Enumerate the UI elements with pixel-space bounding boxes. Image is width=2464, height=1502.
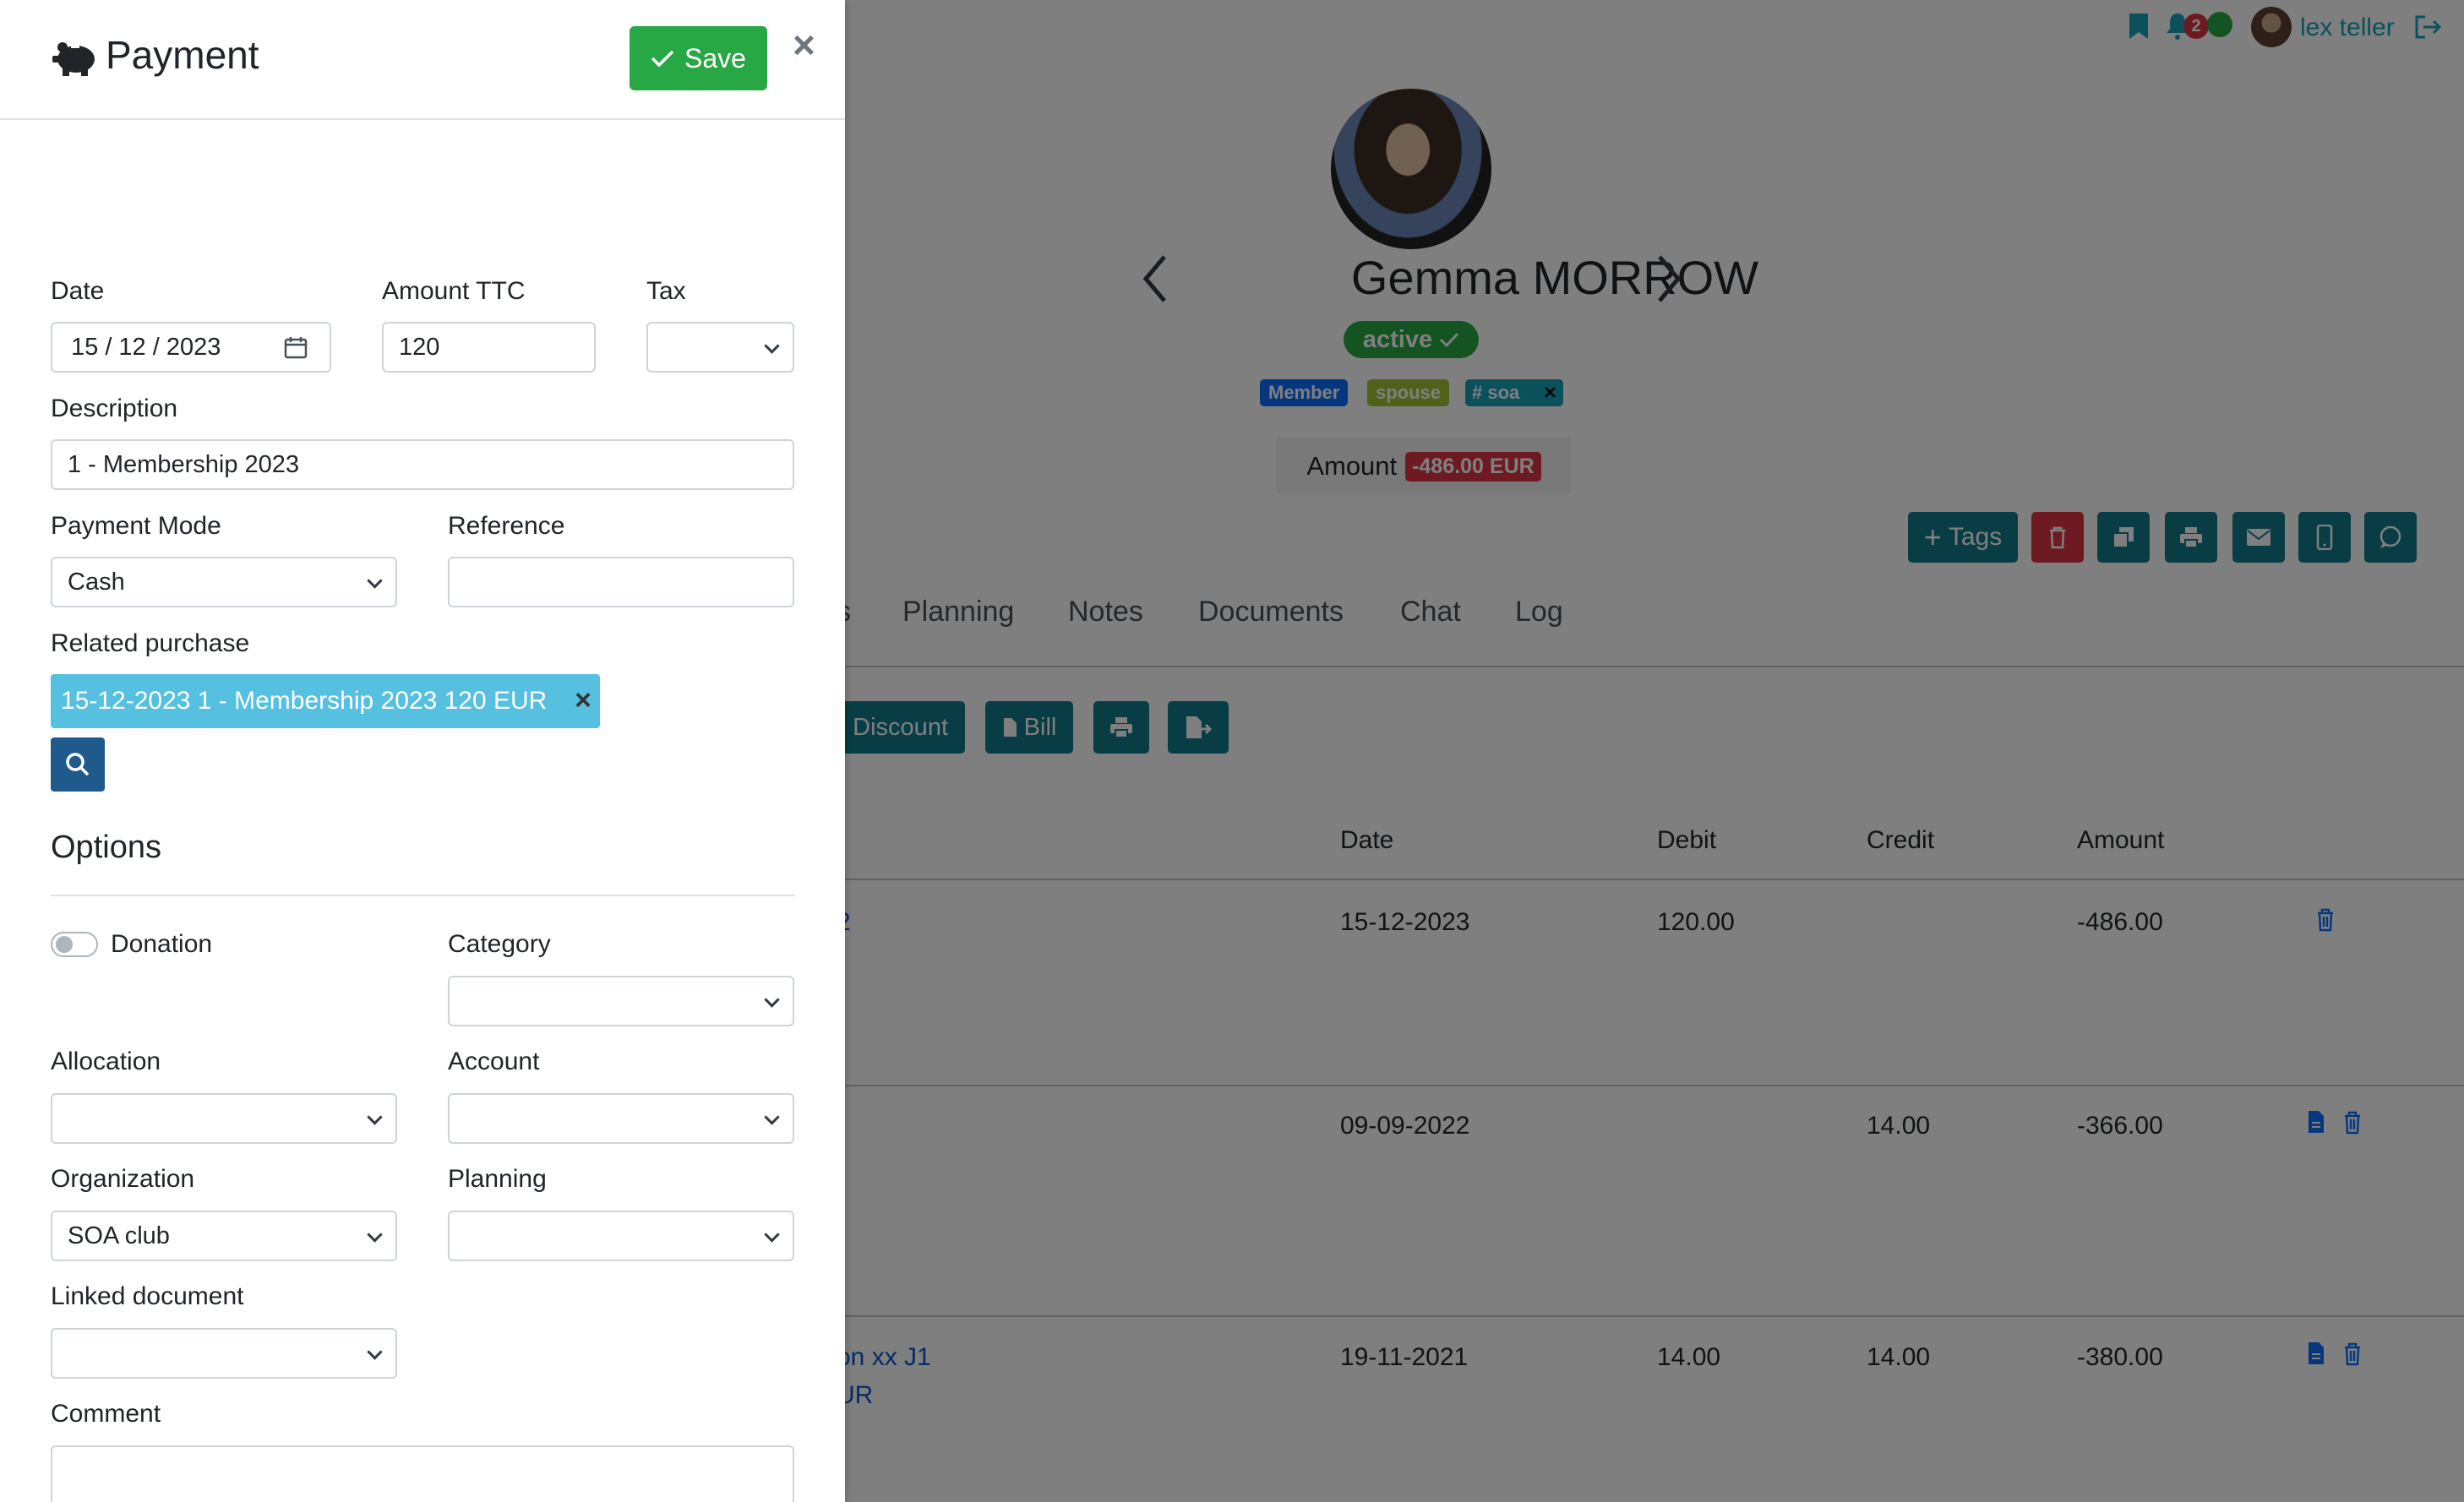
related-purchase-chip[interactable]: 15-12-2023 1 - Membership 2023 120 EUR × <box>51 674 600 728</box>
amount-label: Amount TTC <box>382 277 526 305</box>
comment-label: Comment <box>51 1400 161 1428</box>
amount-input[interactable]: 120 <box>382 322 596 373</box>
options-divider <box>51 895 794 896</box>
allocation-label: Allocation <box>51 1048 161 1075</box>
panel-title: Payment <box>106 33 259 77</box>
search-icon <box>66 753 90 776</box>
date-value: 15 / 12 / 2023 <box>71 333 221 361</box>
account-select[interactable] <box>448 1093 794 1144</box>
payment-panel: Payment Save × Date 15 / 12 / 2023 Amoun… <box>0 0 845 1502</box>
save-label: Save <box>684 42 746 73</box>
date-label: Date <box>51 277 105 305</box>
description-input[interactable]: 1 - Membership 2023 <box>51 439 794 490</box>
header-divider <box>0 118 845 120</box>
organization-label: Organization <box>51 1165 195 1193</box>
tax-select[interactable] <box>646 322 794 373</box>
options-heading: Options <box>51 830 161 865</box>
donation-label: Donation <box>111 930 213 958</box>
reference-label: Reference <box>448 512 565 540</box>
reference-input[interactable] <box>448 557 794 607</box>
linked-document-label: Linked document <box>51 1282 244 1310</box>
category-label: Category <box>448 930 551 958</box>
tax-label: Tax <box>646 277 686 305</box>
related-purchase-label: Related purchase <box>51 629 250 657</box>
date-input[interactable]: 15 / 12 / 2023 <box>51 322 331 373</box>
organization-select[interactable]: SOA club <box>51 1211 397 1261</box>
category-select[interactable] <box>448 976 794 1026</box>
related-purchase-chip-text: 15-12-2023 1 - Membership 2023 120 EUR <box>61 687 548 715</box>
search-purchase-button[interactable] <box>51 737 105 792</box>
toggle-knob <box>56 936 73 953</box>
allocation-select[interactable] <box>51 1093 397 1144</box>
piggy-bank-icon <box>51 37 100 82</box>
payment-mode-select[interactable]: Cash <box>51 557 397 607</box>
account-label: Account <box>448 1048 540 1075</box>
description-label: Description <box>51 395 178 422</box>
save-button[interactable]: Save <box>630 26 767 90</box>
linked-document-select[interactable] <box>51 1328 397 1379</box>
remove-chip-icon[interactable]: × <box>575 684 591 717</box>
comment-textarea[interactable] <box>51 1445 794 1502</box>
planning-label: Planning <box>448 1165 547 1193</box>
planning-select[interactable] <box>448 1211 794 1261</box>
payment-mode-label: Payment Mode <box>51 512 221 540</box>
calendar-icon[interactable] <box>284 335 308 359</box>
close-button[interactable]: × <box>793 25 815 64</box>
donation-toggle[interactable] <box>51 932 98 957</box>
check-icon <box>651 50 674 68</box>
